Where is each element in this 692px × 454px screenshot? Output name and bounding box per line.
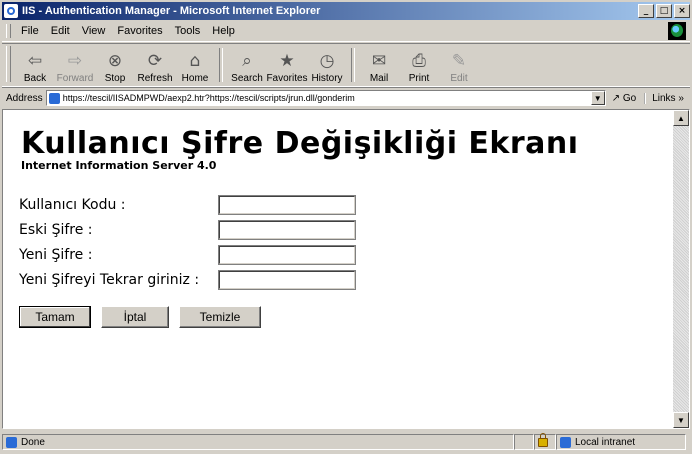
vertical-scrollbar[interactable]: ▲ ▼ — [673, 110, 689, 428]
scroll-up-icon[interactable]: ▲ — [673, 110, 689, 126]
form-row: Yeni Şifreyi Tekrar giriniz : — [19, 267, 356, 292]
ok-button[interactable]: Tamam — [19, 306, 91, 328]
browser-window: IIS - Authentication Manager - Microsoft… — [0, 0, 692, 454]
edit-button[interactable]: ✎ Edit — [439, 46, 479, 86]
old-password-input[interactable] — [218, 219, 356, 240]
back-button[interactable]: ⇦ Back — [15, 46, 55, 86]
forward-label: Forward — [56, 73, 94, 84]
page-body: Kullanıcı Şifre Değişikliği Ekranı Inter… — [19, 126, 579, 172]
stop-button[interactable]: ⊗ Stop — [95, 46, 135, 86]
user-code-label: Kullanıcı Kodu : — [19, 196, 126, 213]
menu-view[interactable]: View — [82, 25, 106, 37]
search-label: Search — [231, 73, 263, 84]
address-label: Address — [6, 92, 43, 104]
print-button[interactable]: ⎙ Print — [399, 46, 439, 86]
address-dropdown-icon[interactable]: ▼ — [590, 91, 605, 105]
maximize-button[interactable]: □ — [656, 4, 672, 18]
mail-icon: ✉ — [371, 51, 387, 71]
favorites-icon: ★ — [279, 51, 295, 71]
refresh-button[interactable]: ⟳ Refresh — [135, 46, 175, 86]
back-label: Back — [23, 73, 47, 84]
scroll-down-icon[interactable]: ▼ — [673, 412, 689, 428]
title-bar: IIS - Authentication Manager - Microsoft… — [2, 2, 690, 20]
status-empty-pane — [514, 434, 534, 450]
ie-throbber-icon — [668, 22, 686, 40]
edit-label: Edit — [450, 73, 468, 84]
links-button[interactable]: Links » — [644, 92, 684, 104]
status-bar: Done Local intranet — [2, 432, 690, 452]
go-button[interactable]: ↗ Go — [612, 93, 637, 104]
go-label: Go — [622, 92, 637, 104]
toolbar-grip — [6, 46, 11, 82]
intranet-zone-icon — [560, 436, 571, 448]
cancel-button[interactable]: İptal — [101, 306, 169, 328]
clear-button[interactable]: Temizle — [179, 306, 261, 328]
address-input[interactable]: https://tescil/IISADMPWD/aexp2.htr?https… — [45, 90, 606, 106]
new-password-input[interactable] — [218, 244, 356, 265]
close-button[interactable]: × — [674, 4, 690, 18]
toolbar-separator — [219, 48, 223, 82]
address-url: https://tescil/IISADMPWD/aexp2.htr?https… — [62, 93, 355, 103]
stop-label: Stop — [104, 73, 126, 84]
history-button[interactable]: ◷ History — [307, 46, 347, 86]
toolbar-separator — [351, 48, 355, 82]
user-code-input[interactable] — [218, 194, 356, 215]
page-heading: Kullanıcı Şifre Değişikliği Ekranı — [21, 126, 579, 161]
mail-label: Mail — [369, 73, 389, 84]
status-text-pane: Done — [2, 434, 514, 450]
zone-text: Local intranet — [575, 436, 636, 448]
password-change-form: Kullanıcı Kodu : Eski Şifre : Yeni Şifre… — [19, 192, 356, 292]
menu-file[interactable]: File — [21, 25, 39, 37]
address-bar: Address https://tescil/IISADMPWD/aexp2.h… — [2, 87, 690, 108]
zone-pane: Local intranet — [556, 434, 686, 450]
page-done-icon — [6, 436, 17, 448]
ie-app-icon — [4, 4, 18, 18]
menu-help[interactable]: Help — [212, 25, 235, 37]
refresh-icon: ⟳ — [147, 51, 163, 71]
menu-bar: File Edit View Favorites Tools Help — [2, 21, 690, 42]
form-buttons: Tamam İptal Temizle — [19, 306, 271, 328]
menu-grip — [6, 24, 11, 38]
mail-button[interactable]: ✉ Mail — [359, 46, 399, 86]
home-label: Home — [181, 73, 209, 84]
security-pane — [534, 432, 556, 450]
history-label: History — [311, 73, 343, 84]
minimize-button[interactable]: _ — [638, 4, 654, 18]
form-row: Yeni Şifre : — [19, 242, 356, 267]
edit-icon: ✎ — [451, 51, 467, 71]
confirm-password-input[interactable] — [218, 269, 356, 290]
menu-tools[interactable]: Tools — [175, 25, 201, 37]
lock-icon — [538, 432, 548, 447]
status-text: Done — [21, 436, 45, 448]
print-label: Print — [408, 73, 430, 84]
forward-button[interactable]: ⇨ Forward — [55, 46, 95, 86]
page-icon — [48, 92, 60, 104]
favorites-button[interactable]: ★ Favorites — [266, 46, 308, 86]
window-title: IIS - Authentication Manager - Microsoft… — [22, 5, 321, 17]
search-button[interactable]: ⌕ Search — [227, 46, 267, 86]
new-password-label: Yeni Şifre : — [19, 246, 93, 263]
print-icon: ⎙ — [412, 51, 426, 71]
stop-icon: ⊗ — [107, 51, 123, 71]
standard-toolbar: ⇦ Back ⇨ Forward ⊗ Stop ⟳ Refresh ⌂ Home ⌕ Sea… — [2, 43, 690, 87]
forward-arrow-icon: ⇨ — [67, 51, 83, 71]
confirm-password-label: Yeni Şifreyi Tekrar giriniz : — [19, 271, 200, 288]
form-row: Eski Şifre : — [19, 217, 356, 242]
menu-edit[interactable]: Edit — [51, 25, 70, 37]
favorites-label: Favorites — [266, 73, 308, 84]
search-icon: ⌕ — [242, 51, 252, 71]
menu-favorites[interactable]: Favorites — [117, 25, 162, 37]
history-icon: ◷ — [319, 51, 335, 71]
home-icon: ⌂ — [189, 51, 201, 71]
back-arrow-icon: ⇦ — [27, 51, 43, 71]
old-password-label: Eski Şifre : — [19, 221, 93, 238]
refresh-label: Refresh — [137, 73, 173, 84]
page-viewport: Kullanıcı Şifre Değişikliği Ekranı Inter… — [2, 109, 690, 429]
form-row: Kullanıcı Kodu : — [19, 192, 356, 217]
home-button[interactable]: ⌂ Home — [175, 46, 215, 86]
